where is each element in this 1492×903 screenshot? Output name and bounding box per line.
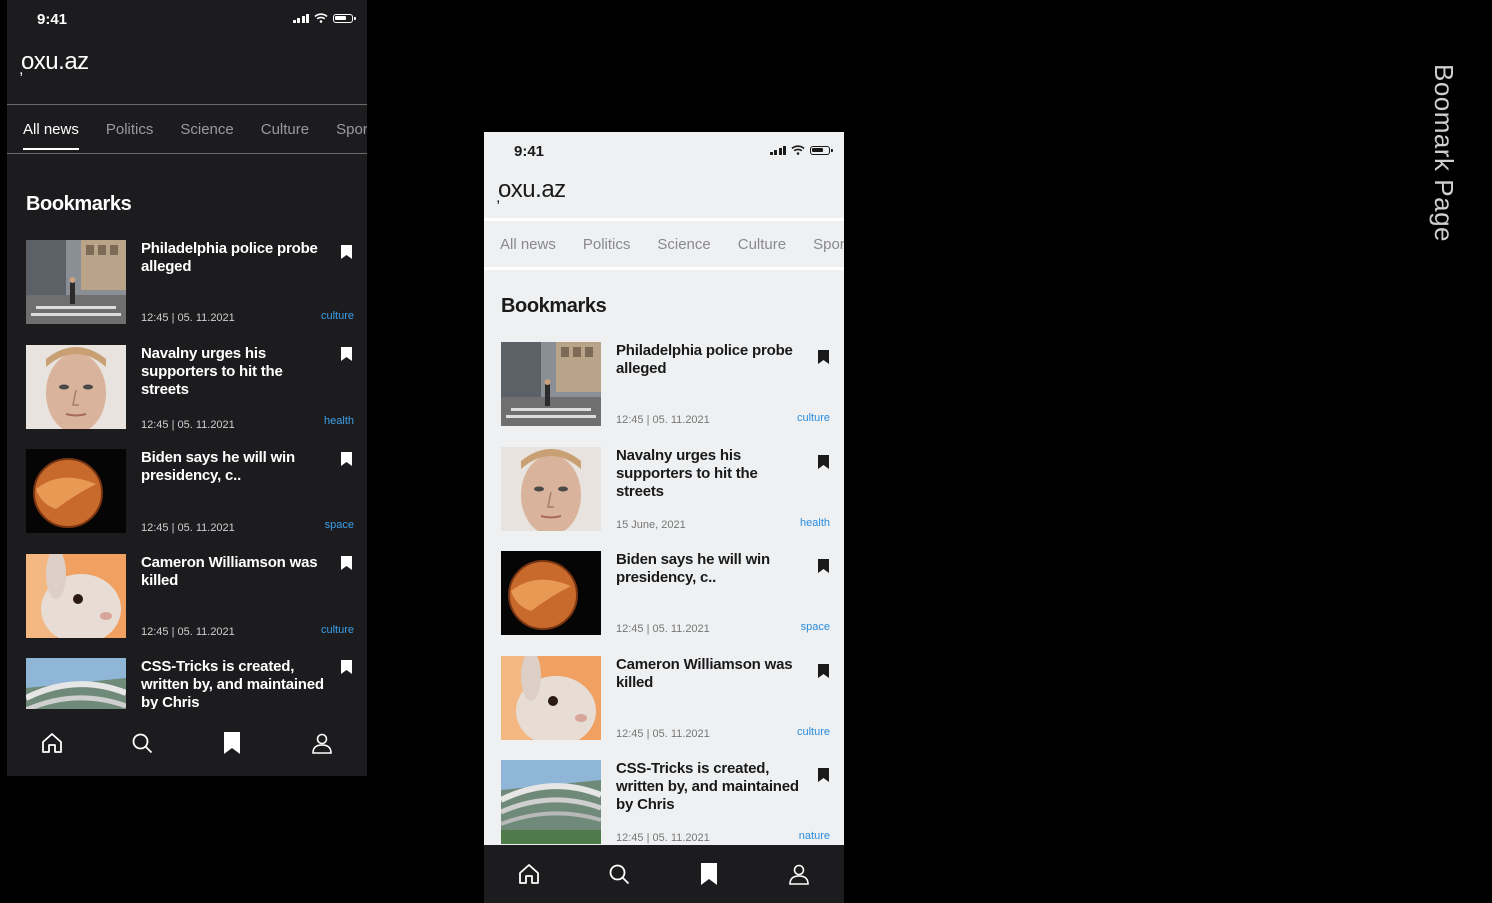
list-item[interactable]: Philadelphia police probe alleged 12:45 … [7,240,367,330]
man-portrait-image [501,447,601,531]
list-item[interactable]: Philadelphia police probe alleged 12:45 … [484,342,844,432]
signal-icon [292,13,309,23]
category-tag[interactable]: culture [321,310,354,322]
tab-culture[interactable]: Culture [738,236,786,253]
article-timestamp: 12:45 | 05. 11.2021 [616,728,710,740]
rabbit-image [26,554,126,638]
bookmark-icon[interactable] [817,767,830,783]
article-title: Biden says he will win presidency, c.. [141,449,295,484]
profile-icon[interactable] [309,730,335,756]
article-title: Navalny urges his supporters to hit the … [141,345,283,398]
category-tag[interactable]: health [800,517,830,529]
status-bar: 9:41 [7,0,367,40]
article-title: Cameron Williamson was killed [141,554,318,589]
category-tag[interactable]: space [325,519,354,531]
bookmark-icon[interactable] [817,663,830,679]
article-timestamp: 12:45 | 05. 11.2021 [141,626,235,638]
page-title: Bookmarks [501,295,607,317]
app-logo[interactable]: ,oxu.az [19,48,89,78]
article-title: CSS-Tricks is created, written by, and m… [616,760,799,813]
article-title: Cameron Williamson was killed [616,656,793,691]
tab-science[interactable]: Science [657,236,710,253]
bookmark-icon[interactable] [340,346,353,362]
status-bar: 9:41 [484,132,844,172]
status-time: 9:41 [37,11,68,28]
article-title: Philadelphia police probe alleged [616,342,793,377]
planet-image [26,449,126,533]
category-tag[interactable]: culture [797,726,830,738]
planet-image [501,551,601,635]
home-icon[interactable] [39,730,65,756]
article-timestamp: 12:45 | 05. 11.2021 [616,414,710,426]
tab-politics[interactable]: Politics [583,236,631,253]
tab-science[interactable]: Science [180,121,233,138]
man-portrait-image [26,345,126,429]
list-item[interactable]: CSS-Tricks is created, written by, and m… [484,760,844,850]
search-icon[interactable] [129,730,155,756]
tab-sports[interactable]: Sports [813,236,844,253]
tab-sports[interactable]: Sports [336,121,367,138]
list-item[interactable]: Cameron Williamson was killed 12:45 | 05… [484,656,844,746]
article-timestamp: 12:45 | 05. 11.2021 [616,623,710,635]
bottom-navigation [484,845,844,903]
rabbit-image [501,656,601,740]
tab-all-news[interactable]: All news [500,236,556,253]
page-caption: Boomark Page [1429,64,1459,242]
category-tag[interactable]: culture [797,412,830,424]
article-title: Navalny urges his supporters to hit the … [616,447,758,500]
category-tag[interactable]: health [324,415,354,427]
wifi-icon [791,145,805,155]
list-item[interactable]: Cameron Williamson was killed 12:45 | 05… [7,554,367,644]
list-item[interactable]: Navalny urges his supporters to hit the … [7,345,367,435]
bookmark-icon[interactable] [817,454,830,470]
bookmark-tab-icon[interactable] [696,861,722,887]
profile-icon[interactable] [786,861,812,887]
tab-all-news[interactable]: All news [23,121,79,150]
signal-icon [769,145,786,155]
article-timestamp: 12:45 | 05. 11.2021 [141,522,235,534]
article-title: Biden says he will win presidency, c.. [616,551,770,586]
dark-mode-screen: 9:41 ,oxu.az All news Politics Science C… [7,0,367,776]
article-timestamp: 12:45 | 05. 11.2021 [141,419,235,431]
wifi-icon [314,13,328,23]
light-mode-screen: 9:41 ,oxu.az All news Politics Science C… [484,132,844,903]
city-street-image [26,240,126,324]
bookmark-icon[interactable] [340,659,353,675]
list-item[interactable]: Biden says he will win presidency, c.. 1… [7,449,367,539]
bookmark-icon[interactable] [817,558,830,574]
category-tag[interactable]: space [801,621,830,633]
list-item[interactable]: Navalny urges his supporters to hit the … [484,447,844,537]
battery-icon [333,14,356,23]
building-image [501,760,601,844]
system-icons [292,13,356,23]
bookmark-icon[interactable] [817,349,830,365]
city-street-image [501,342,601,426]
category-tabs: All news Politics Science Culture Sports [7,104,367,154]
article-timestamp: 12:45 | 05. 11.2021 [616,832,710,844]
home-icon[interactable] [516,861,542,887]
bookmark-icon[interactable] [340,451,353,467]
bookmark-tab-icon[interactable] [219,730,245,756]
tab-culture[interactable]: Culture [261,121,309,138]
search-icon[interactable] [606,861,632,887]
status-time: 9:41 [514,143,545,160]
article-title: CSS-Tricks is created, written by, and m… [141,658,324,711]
tab-politics[interactable]: Politics [106,121,154,138]
category-tabs: All news Politics Science Culture Sports [484,218,844,270]
bookmark-icon[interactable] [340,555,353,571]
category-tag[interactable]: culture [321,624,354,636]
bookmark-icon[interactable] [340,244,353,260]
list-item[interactable]: Biden says he will win presidency, c.. 1… [484,551,844,641]
battery-icon [810,146,833,155]
system-icons [769,145,833,155]
category-tag[interactable]: nature [799,830,830,842]
app-logo[interactable]: ,oxu.az [496,176,566,206]
bottom-navigation [7,709,367,776]
page-title: Bookmarks [26,193,132,215]
article-title: Philadelphia police probe alleged [141,240,318,275]
article-timestamp: 15 June, 2021 [616,519,686,531]
article-timestamp: 12:45 | 05. 11.2021 [141,312,235,324]
